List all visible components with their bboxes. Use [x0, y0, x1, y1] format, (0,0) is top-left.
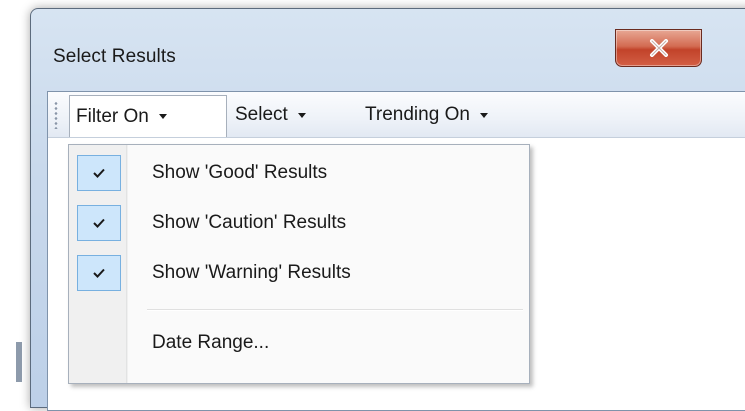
- menu-toolbar: Filter On Select Trending On: [48, 92, 745, 138]
- chevron-down-icon: [158, 114, 167, 119]
- filter-on-menu[interactable]: Filter On: [69, 95, 227, 137]
- checkmark-box: [77, 155, 121, 191]
- window-title: Select Results: [53, 46, 176, 67]
- menu-separator: [147, 309, 523, 311]
- filter-on-dropdown: Show 'Good' Results Show 'Caution' Resul…: [68, 144, 530, 384]
- check-icon: [93, 168, 105, 178]
- menu-item-show-caution[interactable]: Show 'Caution' Results: [69, 199, 529, 247]
- trending-on-menu[interactable]: Trending On: [359, 95, 555, 135]
- chevron-down-icon: [479, 112, 488, 118]
- trending-on-label: Trending On: [365, 104, 470, 125]
- close-icon: [649, 39, 668, 57]
- select-menu[interactable]: Select: [229, 95, 357, 135]
- menu-item-label: Show 'Caution' Results: [152, 212, 347, 233]
- check-icon: [93, 218, 105, 228]
- checkmark-box: [77, 255, 121, 291]
- menu-item-label: Show 'Good' Results: [152, 162, 328, 183]
- menu-item-show-good[interactable]: Show 'Good' Results: [69, 149, 529, 197]
- grip-icon[interactable]: [54, 101, 58, 129]
- menu-item-label: Show 'Warning' Results: [152, 262, 351, 283]
- window-frame-edge: [16, 342, 22, 382]
- filter-on-label: Filter On: [76, 105, 149, 127]
- check-icon: [93, 268, 105, 278]
- menu-item-label: Date Range...: [152, 332, 270, 353]
- close-button[interactable]: [615, 29, 702, 67]
- menu-item-show-warning[interactable]: Show 'Warning' Results: [69, 249, 529, 297]
- menu-item-date-range[interactable]: Date Range...: [69, 319, 529, 367]
- checkmark-box: [77, 205, 121, 241]
- select-label: Select: [235, 104, 288, 125]
- chevron-down-icon: [297, 112, 306, 118]
